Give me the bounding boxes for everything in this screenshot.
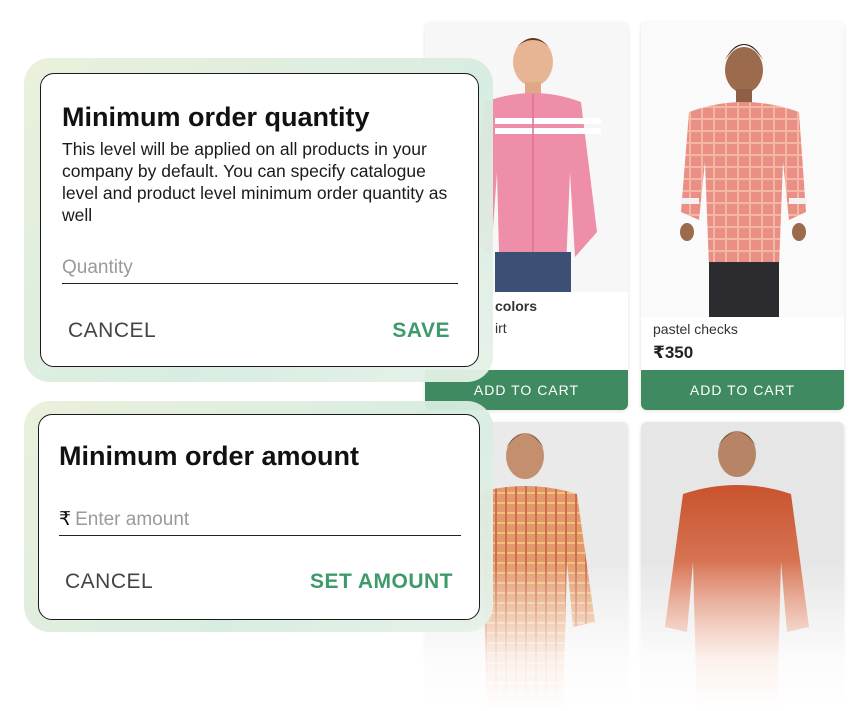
min-order-quantity-dialog: Minimum order quantity This level will b… <box>40 73 479 367</box>
product-name-2: pastel checks <box>653 321 738 337</box>
quantity-input[interactable]: Quantity <box>62 254 458 284</box>
set-amount-button[interactable]: SET AMOUNT <box>310 570 453 594</box>
quantity-placeholder: Quantity <box>62 257 133 278</box>
min-order-amount-dialog: Minimum order amount ₹ Enter amount CANC… <box>38 414 480 620</box>
product-card-2[interactable]: pastel checks ₹350 ADD TO CART <box>641 22 844 410</box>
save-button[interactable]: SAVE <box>392 319 450 343</box>
dialog-title-quantity: Minimum order quantity <box>62 102 370 132</box>
cancel-button-quantity[interactable]: CANCEL <box>68 319 156 343</box>
rupee-icon: ₹ <box>59 509 72 530</box>
dialog-title-amount: Minimum order amount <box>59 441 360 471</box>
amount-input[interactable]: ₹ Enter amount <box>59 506 461 536</box>
dialog-description-quantity: This level will be applied on all produc… <box>62 139 448 225</box>
amount-placeholder: Enter amount <box>75 509 190 530</box>
add-to-cart-button-2[interactable]: ADD TO CART <box>641 370 844 410</box>
product-image-2 <box>641 22 844 317</box>
product-subname-1: irt <box>495 320 507 336</box>
product-name-1: colors <box>495 298 538 314</box>
cancel-button-amount[interactable]: CANCEL <box>65 570 153 594</box>
product-price-2: ₹350 <box>653 343 694 362</box>
